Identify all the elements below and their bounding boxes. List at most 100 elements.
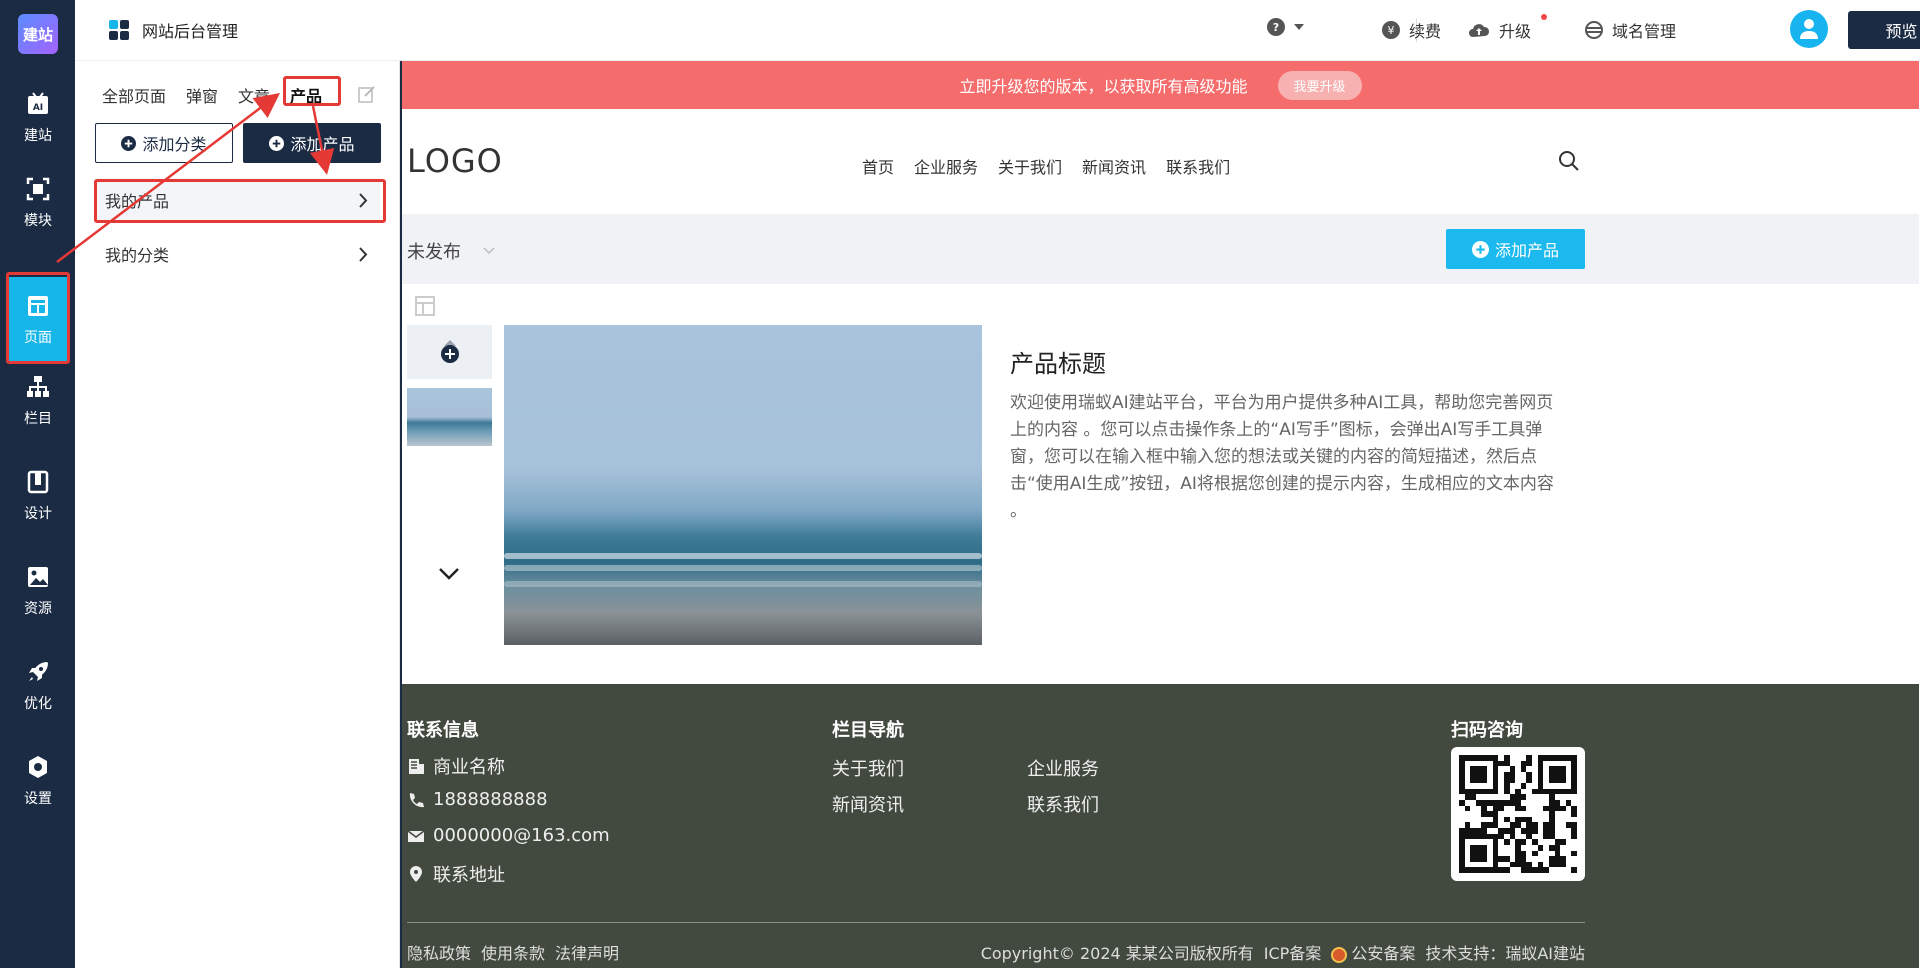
chevron-right-icon (359, 246, 368, 262)
add-product-button[interactable]: 添加产品 (243, 123, 381, 163)
footer-address: 联系地址 (407, 861, 505, 887)
sitemap-icon (27, 376, 49, 397)
dashboard-icon (109, 20, 129, 40)
search-icon[interactable] (1558, 150, 1580, 172)
rail-item-label: 设置 (24, 791, 52, 807)
police-badge-icon (1331, 946, 1348, 963)
product-description[interactable]: 欢迎使用瑞蚁AI建站平台，平台为用户提供多种AI工具，帮助您完善网页上的内容 。… (1010, 390, 1570, 525)
renew-label: 续费 (1409, 22, 1442, 41)
site-footer: 联系信息 商业名称 1888888888 0000000@163.com 联系地… (402, 684, 1919, 968)
yen-icon: ¥ (1382, 21, 1400, 39)
police-record[interactable]: 公安备案 (1331, 940, 1415, 964)
rail-item-resources[interactable]: 资源 (8, 548, 68, 634)
footer-link-news[interactable]: 新闻资讯 (832, 791, 904, 817)
user-avatar[interactable] (1790, 10, 1828, 48)
nav-news[interactable]: 新闻资讯 (1082, 154, 1146, 178)
tech-support-text: 技术支持：瑞蚁AI建站 (1425, 944, 1585, 963)
rail-item-design[interactable]: 设计 (8, 453, 68, 539)
upgrade-banner: 立即升级您的版本，以获取所有高级功能 我要升级 (402, 61, 1919, 109)
footer-link-services[interactable]: 企业服务 (1027, 755, 1099, 781)
product-filter-bar: 未发布 添加产品 (402, 214, 1919, 284)
product-detail: 产品标题 欢迎使用瑞蚁AI建站平台，平台为用户提供多种AI工具，帮助您完善网页上… (402, 284, 1919, 684)
plus-circle-icon (269, 135, 285, 151)
svg-text:¥: ¥ (1388, 24, 1395, 37)
tab-all-pages[interactable]: 全部页面 (102, 83, 166, 107)
qr-module (1571, 867, 1577, 873)
add-image-thumb[interactable] (407, 325, 492, 379)
module-icon (26, 177, 50, 201)
layout-icon[interactable] (415, 296, 435, 316)
image-icon (28, 567, 48, 587)
list-item-my-categories[interactable]: 我的分类 (95, 232, 380, 276)
rail-item-label: 栏目 (24, 411, 52, 427)
footer-link-about[interactable]: 关于我们 (832, 755, 904, 781)
qr-grid (1459, 755, 1577, 873)
wave (504, 581, 982, 587)
publish-status-value: 未发布 (407, 242, 461, 263)
footer-contact-heading: 联系信息 (407, 720, 479, 741)
nav-services[interactable]: 企业服务 (914, 154, 978, 178)
rail-item-columns[interactable]: 栏目 (8, 358, 68, 444)
left-nav-rail: 建站 AI 建站 模块 页面 栏目 设计 资源 优化 设置 (0, 0, 75, 968)
design-icon (27, 470, 49, 494)
add-category-button[interactable]: 添加分类 (95, 123, 233, 163)
wave (504, 553, 982, 559)
chevron-right-icon (359, 192, 368, 208)
help-dropdown[interactable]: ? (1267, 18, 1313, 36)
rail-item-label: 建站 (24, 128, 52, 144)
product-thumbnail[interactable] (407, 388, 492, 446)
list-item-my-products[interactable]: 我的产品 (95, 178, 380, 222)
nav-contact[interactable]: 联系我们 (1166, 154, 1230, 178)
rail-item-optimize[interactable]: 优化 (8, 643, 68, 729)
add-category-label: 添加分类 (142, 135, 207, 154)
edit-icon[interactable] (358, 85, 376, 103)
renew-button[interactable]: ¥ 续费 (1382, 18, 1441, 42)
footer-email-text: 0000000@163.com (433, 825, 610, 846)
nav-about[interactable]: 关于我们 (998, 154, 1062, 178)
user-icon (1800, 19, 1818, 39)
domain-manage-button[interactable]: 域名管理 (1585, 18, 1676, 42)
top-bar: 网站后台管理 ? ¥ 续费 升级 域名管理 预览 (75, 0, 1920, 61)
tab-popups[interactable]: 弹窗 (186, 83, 218, 107)
preview-button[interactable]: 预览 (1848, 11, 1920, 49)
tab-products[interactable]: 产品 (290, 83, 322, 107)
nav-home[interactable]: 首页 (862, 154, 894, 178)
police-record-text: 公安备案 (1351, 944, 1416, 963)
app-logo[interactable]: 建站 (18, 14, 58, 54)
rail-item-page[interactable]: 页面 (8, 277, 68, 363)
publish-status-select[interactable]: 未发布 (407, 238, 495, 264)
product-main-image[interactable] (504, 325, 982, 645)
footer-email: 0000000@163.com (407, 825, 610, 846)
link-privacy[interactable]: 隐私政策 (407, 940, 471, 964)
link-terms[interactable]: 使用条款 (481, 940, 545, 964)
rail-item-build[interactable]: AI 建站 (8, 75, 68, 161)
footer-legal-links: 隐私政策 使用条款 法律声明 (407, 940, 619, 964)
product-title[interactable]: 产品标题 (1010, 344, 1106, 379)
tab-articles[interactable]: 文章 (238, 83, 270, 107)
footer-link-contact[interactable]: 联系我们 (1027, 791, 1099, 817)
footer-nav-heading: 栏目导航 (832, 720, 904, 741)
footer-qr-heading: 扫码咨询 (1451, 720, 1523, 741)
site-nav: 首页 企业服务 关于我们 新闻资讯 联系我们 (862, 154, 1230, 178)
add-product-site-button[interactable]: 添加产品 (1446, 229, 1585, 269)
rail-item-label: 资源 (24, 601, 52, 617)
chevron-down-icon (483, 247, 495, 255)
rail-item-module[interactable]: 模块 (8, 160, 68, 246)
mail-icon (407, 829, 425, 842)
footer-phone-text: 1888888888 (433, 789, 548, 810)
site-logo[interactable]: LOGO (407, 142, 503, 180)
notification-dot (1541, 14, 1547, 20)
upgrade-now-button[interactable]: 我要升级 (1277, 70, 1362, 100)
footer-address-text: 联系地址 (433, 865, 505, 886)
upgrade-button[interactable]: 升级 (1468, 18, 1531, 42)
chevron-down-icon[interactable] (438, 567, 460, 581)
upgrade-label: 升级 (1499, 22, 1532, 41)
link-legal[interactable]: 法律声明 (555, 940, 619, 964)
svg-text:?: ? (1273, 21, 1279, 34)
rail-item-label: 优化 (24, 696, 52, 712)
list-item-label: 我的产品 (105, 192, 170, 211)
rail-item-settings[interactable]: 设置 (8, 738, 68, 824)
icp-link[interactable]: ICP备案 (1264, 940, 1322, 964)
domain-manage-label: 域名管理 (1612, 22, 1677, 41)
cloud-upload-icon (1469, 24, 1490, 37)
